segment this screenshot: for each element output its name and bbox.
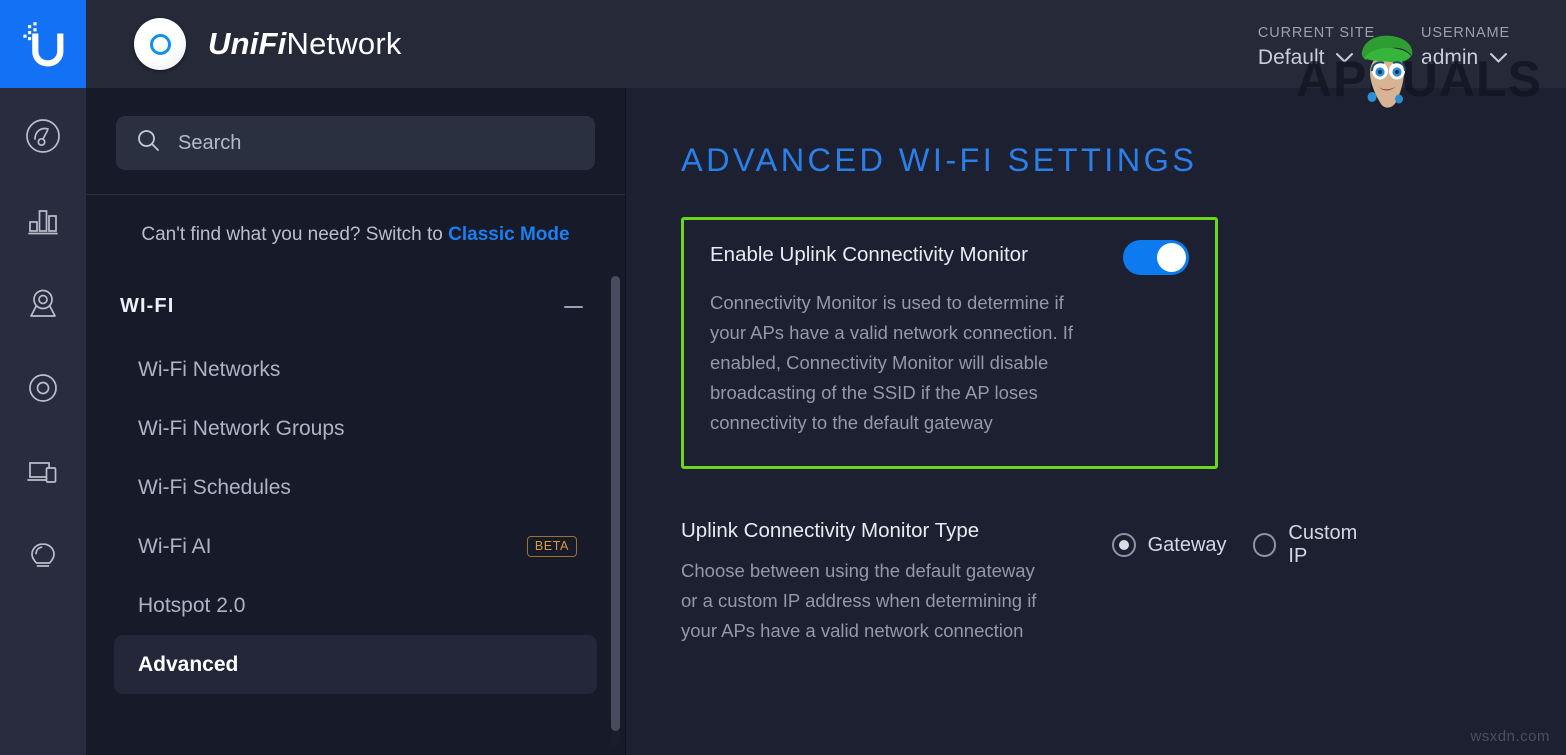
nav-scrollbar[interactable] — [611, 276, 620, 746]
uplink-monitor-type-radio-group: Gateway Custom IP — [1112, 522, 1381, 568]
dashboard-icon — [24, 117, 62, 155]
nav-item-label: Wi-Fi Network Groups — [138, 417, 345, 441]
sidebar-item-clients[interactable] — [17, 446, 69, 498]
uplink-monitor-type-text: Uplink Connectivity Monitor Type Choose … — [681, 519, 1080, 646]
radio-gateway[interactable]: Gateway — [1112, 533, 1227, 557]
sidebar-item-wifi-schedules[interactable]: Wi-Fi Schedules — [114, 458, 597, 517]
classic-mode-link[interactable]: Classic Mode — [448, 224, 569, 245]
current-site-value-row[interactable]: Default — [1258, 46, 1375, 70]
sidebar-item-advanced[interactable]: Advanced — [114, 635, 597, 694]
current-site-value: Default — [1258, 46, 1325, 70]
toggle-knob — [1157, 243, 1186, 272]
app-title: UniFiNetwork — [208, 26, 402, 62]
header-right: CURRENT SITE Default USERNAME admin — [1258, 19, 1566, 70]
nav-item-label: Advanced — [138, 653, 238, 677]
sidebar-item-statistics[interactable] — [17, 194, 69, 246]
search-input[interactable] — [178, 132, 575, 155]
insights-icon — [24, 537, 62, 575]
brand-network: Network — [287, 26, 402, 61]
radio-custom-ip-label: Custom IP — [1288, 522, 1381, 568]
uplink-connectivity-monitor-card: Enable Uplink Connectivity Monitor Conne… — [681, 217, 1218, 469]
map-pin-icon — [24, 285, 62, 323]
search-box[interactable] — [116, 116, 595, 170]
clients-icon — [24, 453, 62, 491]
statistics-icon — [24, 201, 62, 239]
username-value-row[interactable]: admin — [1421, 46, 1510, 70]
radio-dot-icon — [1253, 533, 1277, 557]
uplink-monitor-title: Enable Uplink Connectivity Monitor — [710, 242, 1028, 269]
uplink-monitor-description: Connectivity Monitor is used to determin… — [710, 288, 1082, 438]
user-menu[interactable]: USERNAME admin — [1421, 25, 1510, 70]
brand-unifi: UniFi — [208, 26, 287, 61]
radio-gateway-label: Gateway — [1148, 534, 1227, 557]
uplink-monitor-type-title: Uplink Connectivity Monitor Type — [681, 519, 1080, 543]
search-icon — [136, 128, 161, 158]
brand-block: UniFiNetwork — [134, 18, 402, 70]
chevron-down-icon — [1335, 46, 1354, 70]
search-area — [86, 88, 625, 194]
nav-item-label: Wi-Fi AI — [138, 535, 212, 559]
nav-item-label: Wi-Fi Networks — [138, 358, 280, 382]
chevron-down-icon — [1489, 46, 1508, 70]
uplink-monitor-type-section: Uplink Connectivity Monitor Type Choose … — [681, 519, 1381, 646]
sidebar-item-dashboard[interactable] — [17, 110, 69, 162]
main-content: ADVANCED WI-FI SETTINGS Enable Uplink Co… — [627, 88, 1566, 755]
nav-scrollbar-thumb[interactable] — [611, 276, 620, 731]
radio-custom-ip[interactable]: Custom IP — [1253, 522, 1381, 568]
hint-text: Can't find what you need? Switch to — [141, 224, 448, 245]
sidebar-item-wifi-network-groups[interactable]: Wi-Fi Network Groups — [114, 399, 597, 458]
sidebar-item-insights[interactable] — [17, 530, 69, 582]
current-site-label: CURRENT SITE — [1258, 25, 1375, 41]
uplink-monitor-type-description: Choose between using the default gateway… — [681, 556, 1041, 646]
ubiquiti-logo[interactable] — [0, 0, 86, 88]
current-site-selector[interactable]: CURRENT SITE Default — [1258, 25, 1375, 70]
beta-badge: BETA — [527, 536, 577, 557]
nav-item-list: Wi-Fi Networks Wi-Fi Network Groups Wi-F… — [86, 340, 625, 694]
section-title: WI-FI — [120, 295, 174, 318]
radio-dot-icon — [1112, 533, 1136, 557]
sidebar-item-hotspot-20[interactable]: Hotspot 2.0 — [114, 576, 597, 635]
sidebar-item-devices[interactable] — [17, 362, 69, 414]
sidebar-item-map[interactable] — [17, 278, 69, 330]
page-title: ADVANCED WI-FI SETTINGS — [681, 142, 1566, 179]
nav-item-label: Wi-Fi Schedules — [138, 476, 291, 500]
sidebar-item-wifi-ai[interactable]: Wi-Fi AI BETA — [114, 517, 597, 576]
devices-icon — [24, 369, 62, 407]
app-header: UniFiNetwork CURRENT SITE Default USERNA… — [0, 0, 1566, 88]
username-label: USERNAME — [1421, 25, 1510, 41]
collapse-minus-icon[interactable] — [564, 306, 583, 308]
section-header-wifi[interactable]: WI-FI — [86, 271, 625, 340]
nav-item-label: Hotspot 2.0 — [138, 594, 245, 618]
classic-mode-hint: Can't find what you need? Switch to Clas… — [86, 195, 625, 271]
access-point-icon — [134, 18, 186, 70]
username-value: admin — [1421, 46, 1478, 70]
sidebar-item-wifi-networks[interactable]: Wi-Fi Networks — [114, 340, 597, 399]
unifi-network-app: UniFiNetwork CURRENT SITE Default USERNA… — [0, 0, 1566, 755]
uplink-monitor-header: Enable Uplink Connectivity Monitor — [710, 242, 1189, 275]
nav-panel: Can't find what you need? Switch to Clas… — [86, 88, 626, 755]
uplink-monitor-toggle[interactable] — [1123, 240, 1189, 275]
icon-rail — [0, 88, 86, 755]
